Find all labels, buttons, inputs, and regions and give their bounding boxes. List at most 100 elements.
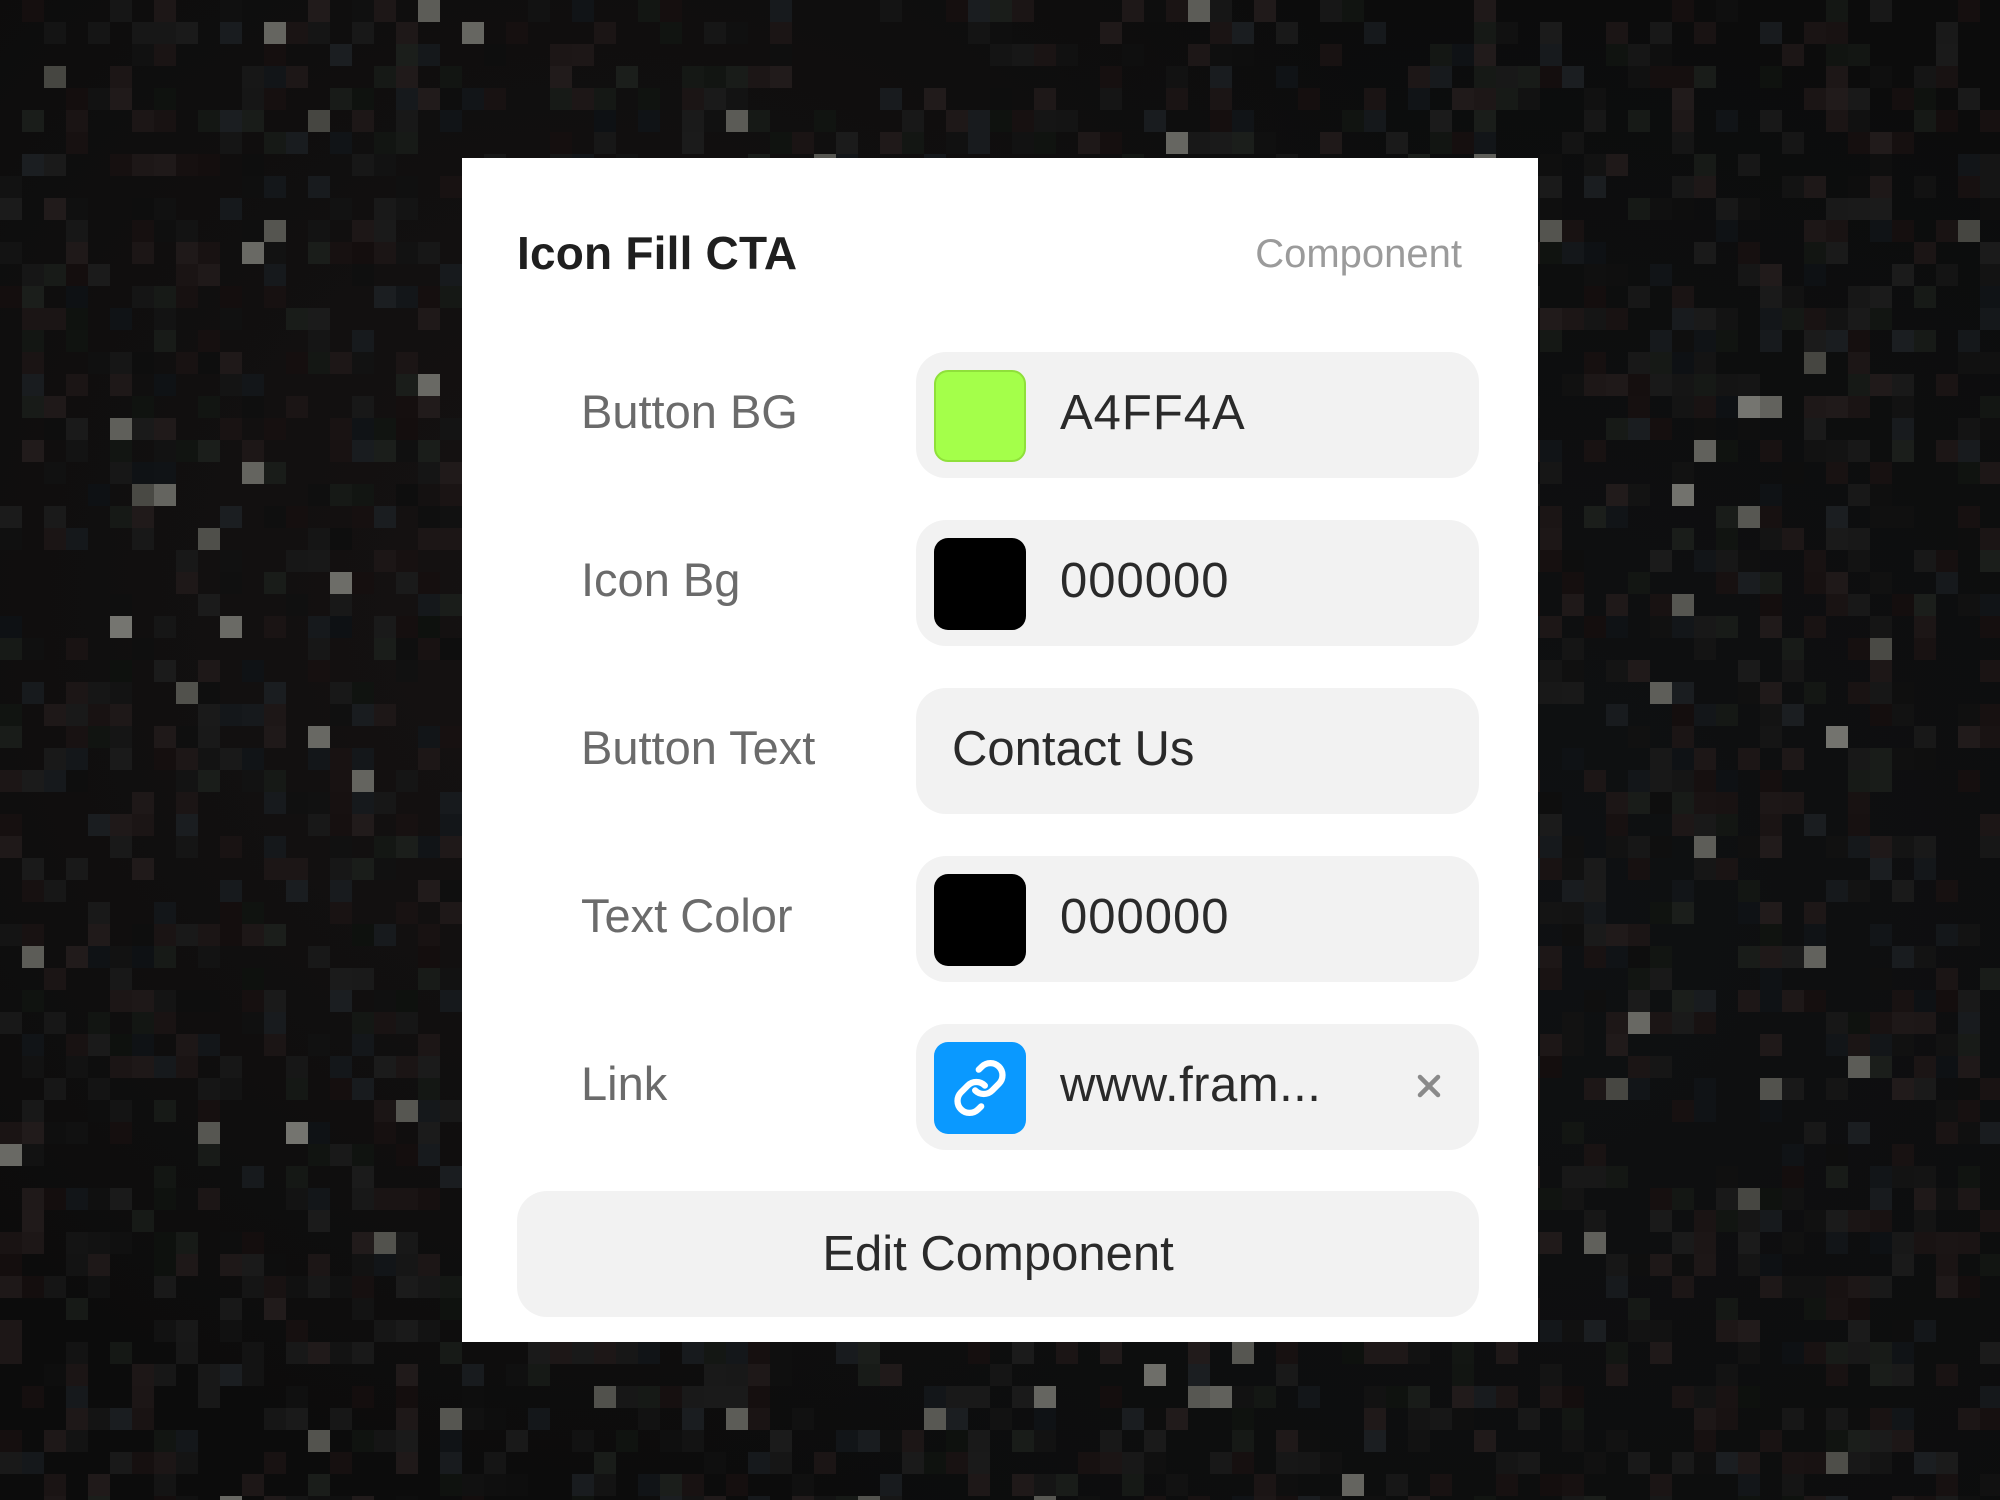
backdrop-pixel [330,968,352,990]
backdrop-pixel [968,110,990,132]
backdrop-pixel [22,682,44,704]
backdrop-pixel [1540,1188,1562,1210]
color-swatch[interactable] [934,370,1026,462]
backdrop-pixel [44,396,66,418]
link-icon[interactable] [934,1042,1026,1134]
button-text-value[interactable]: Contact Us [952,721,1194,777]
backdrop-pixel [176,352,198,374]
backdrop-pixel [1782,990,1804,1012]
backdrop-pixel [836,1496,858,1500]
backdrop-pixel [1540,1320,1562,1342]
backdrop-pixel [1760,66,1782,88]
color-swatch[interactable] [934,874,1026,966]
backdrop-pixel [1870,374,1892,396]
icon-bg-color-field[interactable]: 000000 [916,520,1479,646]
backdrop-pixel [110,1188,132,1210]
backdrop-pixel [1474,22,1496,44]
backdrop-pixel [1914,638,1936,660]
backdrop-pixel [66,704,88,726]
backdrop-pixel [0,704,22,726]
backdrop-pixel [352,110,374,132]
backdrop-pixel [264,704,286,726]
backdrop-pixel [1628,770,1650,792]
backdrop-pixel [1650,1188,1672,1210]
link-field[interactable]: www.fram... [916,1024,1479,1150]
backdrop-pixel [1606,946,1628,968]
link-url-value[interactable]: www.fram... [1060,1057,1321,1113]
backdrop-pixel [374,836,396,858]
backdrop-pixel [1452,132,1474,154]
backdrop-pixel [88,1254,110,1276]
backdrop-pixel [1408,1386,1430,1408]
backdrop-pixel [110,1232,132,1254]
backdrop-pixel [924,1386,946,1408]
backdrop-pixel [1716,814,1738,836]
backdrop-pixel [352,418,374,440]
color-hex-value[interactable]: 000000 [1060,553,1230,609]
backdrop-pixel [88,1232,110,1254]
backdrop-pixel [66,242,88,264]
backdrop-pixel [418,44,440,66]
backdrop-pixel [330,88,352,110]
backdrop-pixel [374,1122,396,1144]
backdrop-pixel [154,990,176,1012]
color-hex-value[interactable]: A4FF4A [1060,385,1246,441]
backdrop-pixel [1760,1188,1782,1210]
backdrop-pixel [66,264,88,286]
backdrop-pixel [1760,990,1782,1012]
backdrop-pixel [352,1232,374,1254]
backdrop-pixel [1848,286,1870,308]
button-text-input[interactable]: Contact Us [916,688,1479,814]
backdrop-pixel [1804,572,1826,594]
edit-component-button[interactable]: Edit Component [517,1191,1479,1317]
backdrop-pixel [308,330,330,352]
backdrop-pixel [748,1408,770,1430]
backdrop-pixel [1936,264,1958,286]
backdrop-pixel [0,814,22,836]
backdrop-pixel [1584,264,1606,286]
backdrop-pixel [154,1430,176,1452]
backdrop-pixel [308,528,330,550]
backdrop-pixel [1628,374,1650,396]
backdrop-pixel [1958,88,1980,110]
panel-type-label: Component [1255,232,1462,276]
backdrop-pixel [1848,1276,1870,1298]
text-color-field[interactable]: 000000 [916,856,1479,982]
backdrop-pixel [1298,1386,1320,1408]
backdrop-pixel [902,132,924,154]
backdrop-pixel [1694,242,1716,264]
property-row-button-text: Button Text Contact Us [462,688,1538,814]
backdrop-pixel [1584,924,1606,946]
backdrop-pixel [1804,924,1826,946]
backdrop-pixel [1628,726,1650,748]
backdrop-pixel [1628,572,1650,594]
backdrop-pixel [1914,1078,1936,1100]
backdrop-pixel [1716,1364,1738,1386]
backdrop-pixel [1540,1034,1562,1056]
backdrop-pixel [1540,22,1562,44]
backdrop-pixel [1870,1210,1892,1232]
backdrop-pixel [1628,792,1650,814]
color-hex-value[interactable]: 000000 [1060,889,1230,945]
backdrop-pixel [1012,44,1034,66]
backdrop-pixel [1870,154,1892,176]
backdrop-pixel [396,44,418,66]
backdrop-pixel [286,1188,308,1210]
backdrop-pixel [22,1386,44,1408]
backdrop-pixel [352,1012,374,1034]
backdrop-pixel [1738,1254,1760,1276]
close-icon[interactable] [1409,1066,1449,1106]
backdrop-pixel [1232,1496,1254,1500]
backdrop-pixel [1650,968,1672,990]
backdrop-pixel [1716,374,1738,396]
backdrop-pixel [1672,66,1694,88]
backdrop-pixel [330,528,352,550]
backdrop-pixel [770,1452,792,1474]
backdrop-pixel [1826,440,1848,462]
button-bg-color-field[interactable]: A4FF4A [916,352,1479,478]
backdrop-pixel [418,286,440,308]
backdrop-pixel [1650,1342,1672,1364]
color-swatch[interactable] [934,538,1026,630]
backdrop-pixel [1958,1012,1980,1034]
backdrop-pixel [154,0,176,22]
